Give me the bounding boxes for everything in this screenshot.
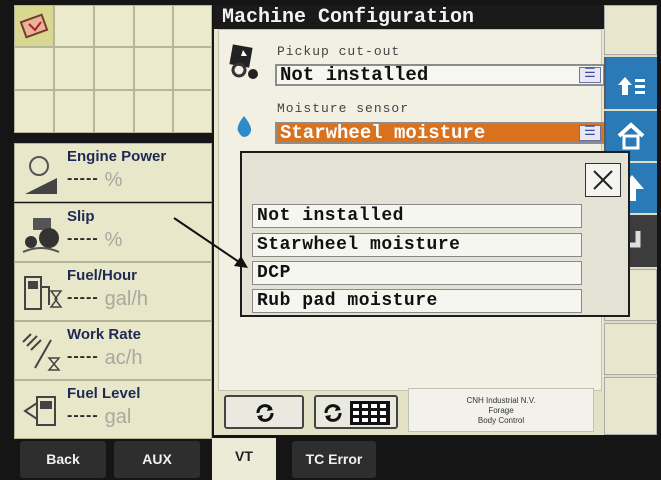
scroll-up-icon [618,77,645,95]
fuel-pump-icon [24,276,63,310]
softkey-empty[interactable] [54,90,94,133]
book-logo-icon [19,13,49,39]
option-dcp[interactable]: DCP [252,261,582,285]
tab-aux[interactable]: AUX [114,441,200,478]
tab-back[interactable]: Back [20,441,106,478]
cnh-line1: CNH Industrial N.V. [466,396,536,405]
softkey-empty[interactable] [94,90,134,133]
softkey-empty[interactable] [173,90,212,133]
refresh-grid-button[interactable] [314,395,398,429]
home-icon [617,122,645,150]
softkey-grid [14,5,212,133]
softkey-empty[interactable] [54,5,94,47]
tab-tc-error[interactable]: TC Error [292,441,376,478]
gauge-label: Work Rate [67,326,141,343]
softkey-empty[interactable] [54,47,94,90]
gauge-work-rate[interactable]: Work Rate ----- ac/h [14,321,212,380]
list-menu-icon: ☰ [579,67,601,83]
softkey-empty[interactable] [14,90,54,133]
dialog-close-button[interactable] [585,163,621,197]
grid-icon [350,401,390,425]
gauge-engine-power[interactable]: Engine Power -----% [14,143,212,202]
gauge-label: Engine Power [67,148,167,165]
gauge-fuel-level[interactable]: Fuel Level ----- gal [14,380,212,439]
bottom-softkeys: CNH Industrial N.V. Forage Body Control [214,388,604,435]
pickup-gear-icon [229,44,258,79]
pickup-select[interactable]: Not installed ☰ [275,64,605,86]
side-button-scroll-up[interactable] [604,57,657,109]
cnh-info-box: CNH Industrial N.V. Forage Body Control [408,388,594,432]
list-menu-icon: ☰ [579,125,601,141]
gauge-value: -----% [67,169,123,191]
cnh-line2: Forage [488,406,514,415]
option-rub-pad-moisture[interactable]: Rub pad moisture [252,289,582,313]
title-bar: Machine Configuration [214,5,604,29]
gauge-fuel-hour[interactable]: Fuel/Hour ----- gal/h [14,262,212,321]
refresh-icon [256,404,274,422]
option-starwheel-moisture[interactable]: Starwheel moisture [252,233,582,257]
cnh-line3: Body Control [477,416,525,425]
moisture-label: Moisture sensor [277,101,410,116]
softkey-empty[interactable] [173,47,212,90]
gauge-value: ----- gal/h [67,288,149,310]
engine-icon [25,156,57,194]
softkey-empty[interactable] [94,5,134,47]
softkey-empty[interactable] [134,47,173,90]
home-logo-button[interactable] [14,5,54,47]
pickup-value: Not installed [280,64,429,86]
gauge-slip[interactable]: Slip -----% [14,203,212,262]
softkey-empty[interactable] [134,90,173,133]
softkey-empty[interactable] [173,5,212,47]
gauge-label: Slip [67,208,95,225]
moisture-options-dialog: Not installed Starwheel moisture DCP Rub… [240,151,630,317]
refresh-icon [324,404,342,422]
pickup-label: Pickup cut-out [277,44,401,59]
side-button-empty[interactable] [604,5,657,55]
moisture-value: Starwheel moisture [280,122,486,144]
close-icon [593,170,613,190]
side-button-empty[interactable] [604,323,657,375]
fuel-level-icon [23,396,56,426]
gauge-label: Fuel Level [67,385,141,402]
gauge-label: Fuel/Hour [67,267,137,284]
gauge-value: ----- ac/h [67,347,143,369]
refresh-button[interactable] [224,395,304,429]
side-button-empty[interactable] [604,377,657,435]
softkey-empty[interactable] [134,5,173,47]
page-title: Machine Configuration [222,6,475,29]
work-rate-icon [22,333,61,371]
tab-vt[interactable]: VT [212,438,276,480]
gauge-value: -----% [67,229,123,251]
moisture-drop-icon [237,116,252,137]
softkey-empty[interactable] [94,47,134,90]
tractor-slip-icon [22,218,60,253]
terminal-screen: Engine Power -----% Slip -----% Fuel/Hou… [0,0,661,480]
moisture-select[interactable]: Starwheel moisture ☰ [275,122,605,144]
softkey-empty[interactable] [14,47,54,90]
gauge-value: ----- gal [67,406,132,428]
option-not-installed[interactable]: Not installed [252,204,582,228]
